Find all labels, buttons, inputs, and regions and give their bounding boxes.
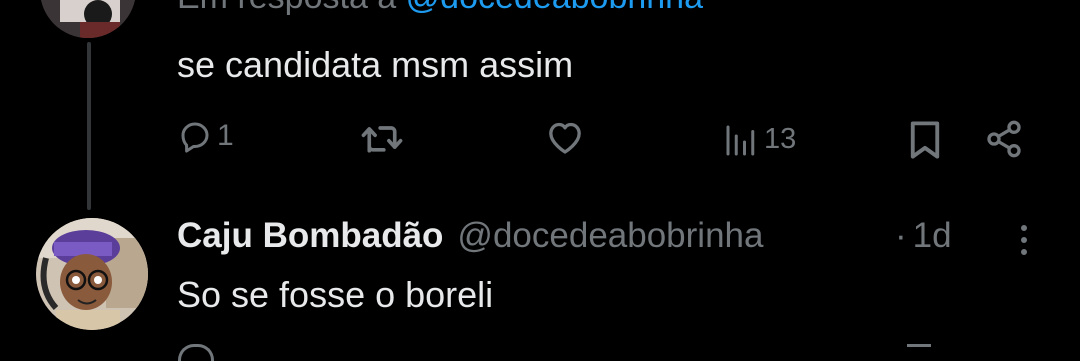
retweet-icon [361,126,403,153]
user-handle[interactable]: @docedeabobrinha [457,216,763,256]
views-count: 13 [764,122,797,155]
tweet-text-2: So se fosse o boreli [177,274,494,315]
more-vertical-icon [1021,225,1027,255]
reply-button[interactable]: 1 [177,118,234,154]
next-reply-icon-partial [178,344,214,361]
replying-to-prefix: Em resposta a [177,0,396,16]
more-options-button[interactable] [1012,222,1036,263]
timestamp-group: · 1d [895,216,952,256]
separator-dot: · [895,216,907,255]
replying-to-line: Em resposta a @docedeabobrinha [177,0,703,17]
timestamp[interactable]: 1d [913,216,952,255]
retweet-button[interactable] [359,118,405,158]
share-icon [987,120,1021,158]
tweet-header: Caju Bombadão @docedeabobrinha [177,216,763,256]
display-name[interactable]: Caju Bombadão [177,216,443,256]
replying-to-handle[interactable]: @docedeabobrinha [406,0,703,16]
share-button[interactable] [984,119,1024,159]
avatar-top-image [40,0,136,38]
thread-line [87,42,91,210]
avatar[interactable] [36,218,148,330]
bookmark-icon [910,121,940,159]
bookmark-button[interactable] [907,119,943,161]
avatar-image [36,218,148,330]
reply-count: 1 [217,119,234,152]
reply-icon [181,122,209,153]
views-icon [726,125,755,156]
like-button[interactable] [545,118,585,156]
tweet-text: se candidata msm assim [177,44,574,85]
heart-icon [549,122,581,154]
views-button[interactable]: 13 [722,121,796,157]
avatar-top[interactable] [40,0,136,38]
